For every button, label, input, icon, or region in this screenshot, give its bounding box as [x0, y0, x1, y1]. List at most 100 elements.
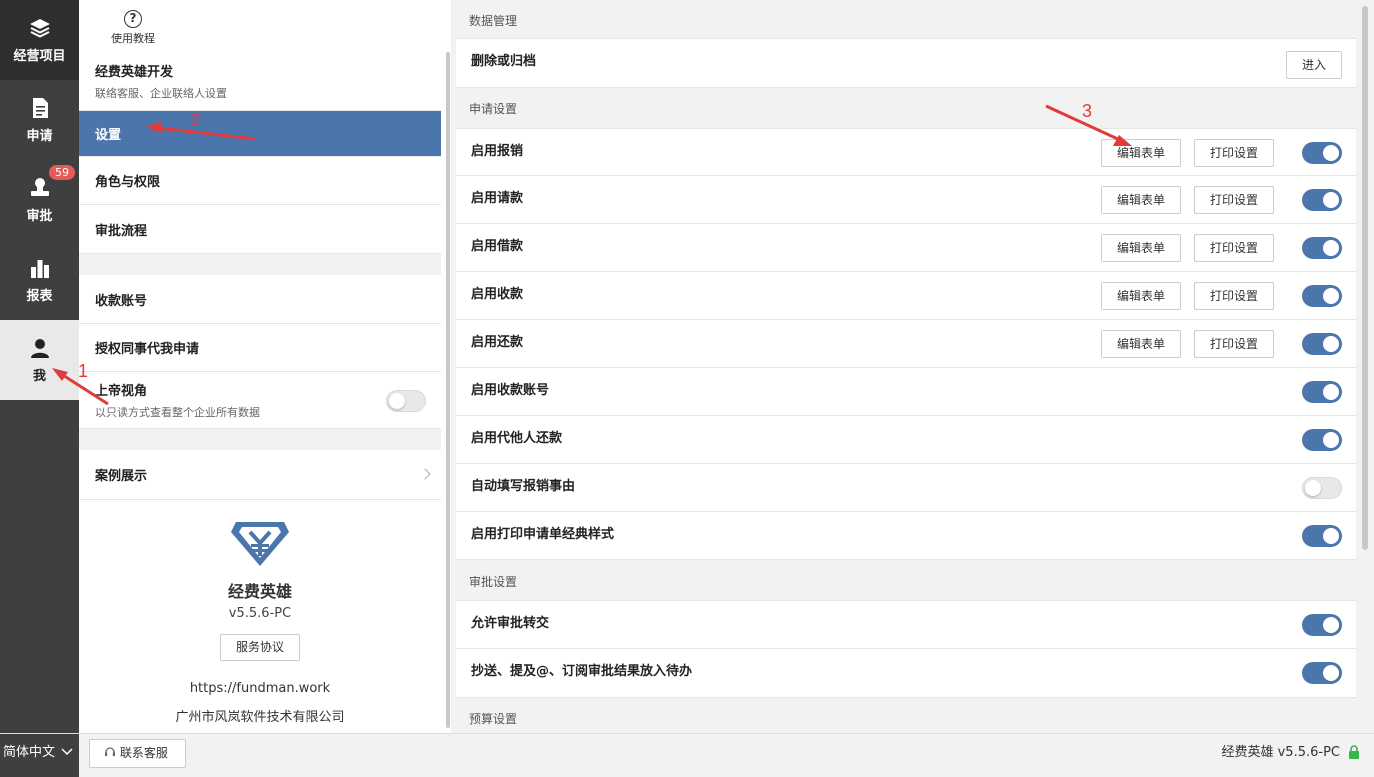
menu-item-dev-title: 经费英雄开发 — [95, 65, 174, 80]
setting-toggle[interactable] — [1302, 429, 1342, 451]
menu-item-delegate[interactable]: 授权同事代我申请 — [79, 324, 441, 372]
service-agreement-button[interactable]: 服务协议 — [220, 634, 300, 661]
setting-label: 启用请款 — [471, 191, 524, 206]
edit-form-button[interactable]: 编辑表单 — [1101, 234, 1181, 262]
setting-row-archive: 删除或归档 进入 — [456, 38, 1356, 88]
setting-label: 自动填写报销事由 — [471, 479, 576, 494]
main-nav: 经营项目 申请 审批 59 报表 我 — [0, 0, 79, 733]
setting-label: 启用收款 — [471, 287, 524, 302]
document-icon — [29, 97, 51, 119]
menu-item-cases-label: 案例展示 — [95, 469, 148, 484]
headset-icon — [105, 747, 115, 756]
setting-label: 启用打印申请单经典样式 — [471, 527, 615, 542]
brand-info: 经费英雄 v5.5.6-PC 服务协议 https://fundman.work… — [79, 500, 441, 733]
menu-item-roles[interactable]: 角色与权限 — [79, 157, 441, 205]
setting-row: 启用还款 编辑表单 打印设置 — [456, 320, 1356, 368]
menu-item-dev[interactable]: 经费英雄开发 联络客服、企业联络人设置 — [79, 52, 441, 111]
brand-url[interactable]: https://fundman.work — [79, 681, 441, 696]
nav-item-apply[interactable]: 申请 — [0, 80, 79, 160]
edit-form-button[interactable]: 编辑表单 — [1101, 282, 1181, 310]
menu-divider — [79, 254, 441, 275]
setting-label: 启用借款 — [471, 239, 524, 254]
menu-item-flow[interactable]: 审批流程 — [79, 205, 441, 254]
section-approval-settings: 审批设置 — [469, 575, 518, 589]
nav-label-apply: 申请 — [26, 128, 53, 144]
print-settings-button[interactable]: 打印设置 — [1194, 139, 1274, 167]
contact-support-button[interactable]: 联系客服 — [89, 739, 186, 768]
stamp-icon — [29, 177, 51, 199]
setting-label: 启用报销 — [471, 144, 524, 159]
bar-chart-icon — [29, 257, 51, 279]
setting-label: 启用还款 — [471, 335, 524, 350]
menu-item-accounts[interactable]: 收款账号 — [79, 275, 441, 324]
annotation-number-1: 1 — [78, 361, 89, 381]
help-label: 使用教程 — [111, 32, 155, 45]
enter-archive-button[interactable]: 进入 — [1286, 51, 1342, 79]
setting-row: 启用收款账号 — [456, 368, 1356, 416]
nav-item-me[interactable]: 我 — [0, 320, 79, 400]
annotation-number-2: 2 — [190, 110, 201, 130]
setting-toggle[interactable] — [1302, 142, 1342, 164]
setting-toggle[interactable] — [1302, 525, 1342, 547]
menu-item-delegate-label: 授权同事代我申请 — [95, 342, 200, 357]
layers-icon — [29, 17, 51, 39]
settings-menu-panel: ? 使用教程 经费英雄开发 联络客服、企业联络人设置 设置 角色与权限 审批流程… — [79, 0, 451, 733]
content-scrollbar[interactable] — [1362, 6, 1368, 550]
print-settings-button[interactable]: 打印设置 — [1194, 330, 1274, 358]
setting-toggle[interactable] — [1302, 333, 1342, 355]
setting-row: 启用代他人还款 — [456, 416, 1356, 464]
help-tutorial-button[interactable]: ? 使用教程 — [105, 10, 161, 46]
nav-item-projects[interactable]: 经营项目 — [0, 0, 79, 80]
setting-row: 启用报销 编辑表单 打印设置 — [456, 128, 1356, 176]
setting-toggle[interactable] — [1302, 614, 1342, 636]
setting-label: 启用收款账号 — [471, 383, 550, 398]
menu-item-accounts-label: 收款账号 — [95, 293, 148, 309]
lock-icon — [1349, 745, 1359, 759]
status-bar: 简体中文 联系客服 经费英雄 v5.5.6-PC — [0, 733, 1374, 777]
edit-form-button[interactable]: 编辑表单 — [1101, 330, 1181, 358]
chevron-down-icon — [61, 748, 73, 756]
setting-row: 启用请款 编辑表单 打印设置 — [456, 176, 1356, 224]
settings-content: 数据管理 删除或归档 进入 申请设置 启用报销 编辑表单 打印设置 启用请款 编辑表单打… — [456, 0, 1374, 733]
section-budget-settings: 预算设置 — [469, 712, 518, 726]
edit-form-button[interactable]: 编辑表单 — [1101, 186, 1181, 214]
print-settings-button[interactable]: 打印设置 — [1194, 186, 1274, 214]
middle-scrollbar[interactable] — [446, 52, 450, 728]
menu-item-roles-label: 角色与权限 — [95, 175, 161, 190]
setting-label: 抄送、提及@、订阅审批结果放入待办 — [471, 664, 693, 679]
language-label: 简体中文 — [3, 745, 56, 760]
menu-item-settings-label: 设置 — [95, 128, 122, 143]
godview-toggle[interactable] — [386, 390, 426, 412]
archive-label: 删除或归档 — [471, 54, 537, 69]
setting-row: 允许审批转交 — [456, 600, 1356, 649]
nav-label-projects: 经营项目 — [13, 48, 66, 64]
brand-name: 经费英雄 — [227, 582, 292, 601]
annotation-number-3: 3 — [1082, 101, 1093, 121]
setting-toggle[interactable] — [1302, 237, 1342, 259]
setting-row: 抄送、提及@、订阅审批结果放入待办 — [456, 649, 1356, 698]
setting-toggle[interactable] — [1302, 381, 1342, 403]
language-select[interactable]: 简体中文 — [0, 734, 79, 777]
setting-toggle[interactable] — [1302, 285, 1342, 307]
setting-toggle[interactable] — [1302, 189, 1342, 211]
setting-label: 启用代他人还款 — [471, 431, 563, 446]
brand-version: v5.5.6-PC — [228, 606, 292, 621]
nav-label-approve: 审批 — [26, 208, 53, 224]
print-settings-button[interactable]: 打印设置 — [1194, 282, 1274, 310]
setting-row: 启用借款 编辑表单 打印设置 — [456, 224, 1356, 272]
nav-label-me: 我 — [32, 368, 46, 384]
setting-toggle[interactable] — [1302, 477, 1342, 499]
setting-toggle[interactable] — [1302, 662, 1342, 684]
contact-label: 联系客服 — [119, 746, 168, 760]
nav-item-reports[interactable]: 报表 — [0, 240, 79, 320]
brand-company: 广州市风岚软件技术有限公司 — [175, 710, 345, 725]
fundman-logo — [231, 522, 289, 566]
setting-row: 启用打印申请单经典样式 — [456, 512, 1356, 560]
setting-label: 允许审批转交 — [471, 616, 550, 631]
version-status: 经费英雄 v5.5.6-PC — [1221, 745, 1340, 760]
menu-item-cases[interactable]: 案例展示 — [79, 450, 441, 500]
menu-item-settings[interactable]: 设置 — [79, 111, 441, 157]
print-settings-button[interactable]: 打印设置 — [1194, 234, 1274, 262]
approval-count-badge: 59 — [49, 165, 75, 180]
edit-form-button[interactable]: 编辑表单 — [1101, 139, 1181, 167]
